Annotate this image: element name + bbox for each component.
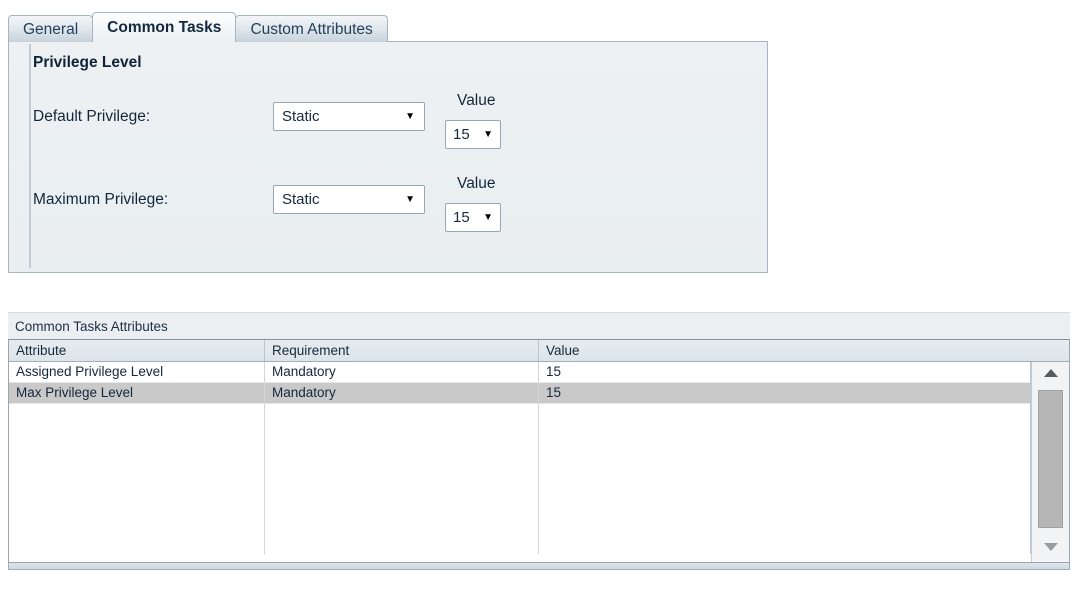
maximum-privilege-value: 15 <box>453 209 470 226</box>
tab-panel-common-tasks: Privilege Level Default Privilege: Stati… <box>8 41 768 273</box>
tab-custom-attributes-label: Custom Attributes <box>250 21 373 38</box>
attributes-grid: Attribute Requirement Value Assigned Pri… <box>8 339 1070 563</box>
attributes-footer-rule <box>8 563 1070 570</box>
tab-general[interactable]: General <box>8 15 94 42</box>
cell-value: 15 <box>546 364 562 379</box>
default-privilege-value: 15 <box>453 126 470 143</box>
maximum-privilege-value-caption: Value <box>457 175 496 192</box>
cell-requirement: Mandatory <box>265 362 539 382</box>
tab-strip: General Common Tasks Custom Attributes <box>8 12 768 42</box>
cell-value: 15 <box>546 385 562 400</box>
table-row[interactable]: Max Privilege Level Mandatory 15 <box>9 383 1030 404</box>
tab-common-tasks[interactable]: Common Tasks <box>92 12 237 42</box>
default-privilege-mode-select[interactable]: Static ▼ <box>273 102 425 131</box>
tab-general-label: General <box>23 21 79 38</box>
maximum-privilege-value-select[interactable]: 15 ▼ <box>445 203 501 232</box>
empty-cell-requirement <box>265 404 539 554</box>
scroll-up-arrow-icon[interactable] <box>1032 362 1069 384</box>
scrollbar-thumb[interactable] <box>1038 390 1063 528</box>
chevron-down-icon: ▼ <box>405 110 415 122</box>
chevron-down-icon: ▼ <box>483 211 493 223</box>
tab-custom-attributes[interactable]: Custom Attributes <box>235 15 388 42</box>
table-empty-space <box>9 404 1030 554</box>
table-row[interactable]: Assigned Privilege Level Mandatory 15 <box>9 362 1030 383</box>
common-tasks-tab-widget: General Common Tasks Custom Attributes P… <box>8 12 768 273</box>
column-header-value[interactable]: Value <box>539 340 1069 361</box>
maximum-privilege-mode-select[interactable]: Static ▼ <box>273 185 425 214</box>
default-privilege-label: Default Privilege: <box>33 108 151 125</box>
panel-left-accent-rule <box>29 44 31 268</box>
attributes-grid-header: Attribute Requirement Value <box>9 340 1069 362</box>
maximum-privilege-label: Maximum Privilege: <box>33 191 169 208</box>
default-privilege-value-caption: Value <box>457 92 496 109</box>
attributes-caption: Common Tasks Attributes <box>8 312 1070 339</box>
default-privilege-value-select[interactable]: 15 ▼ <box>445 120 501 149</box>
section-title-privilege-level: Privilege Level <box>33 54 142 71</box>
tab-common-tasks-label: Common Tasks <box>107 19 222 36</box>
scroll-down-arrow-icon[interactable] <box>1032 536 1069 558</box>
chevron-down-icon: ▼ <box>405 193 415 205</box>
maximum-privilege-mode-value: Static <box>282 191 320 208</box>
cell-attribute: Assigned Privilege Level <box>9 362 265 382</box>
column-header-requirement[interactable]: Requirement <box>265 340 539 361</box>
empty-cell-attribute <box>9 404 265 554</box>
default-privilege-mode-value: Static <box>282 108 320 125</box>
empty-cell-value <box>539 404 1030 554</box>
chevron-down-icon: ▼ <box>483 128 493 140</box>
column-header-attribute[interactable]: Attribute <box>9 340 265 361</box>
attributes-vertical-scrollbar[interactable] <box>1031 362 1069 562</box>
common-tasks-attributes-block: Common Tasks Attributes Attribute Requir… <box>8 312 1070 570</box>
cell-requirement: Mandatory <box>265 383 539 403</box>
cell-attribute: Max Privilege Level <box>9 383 265 403</box>
attributes-grid-body: Assigned Privilege Level Mandatory 15 Ma… <box>9 362 1031 554</box>
